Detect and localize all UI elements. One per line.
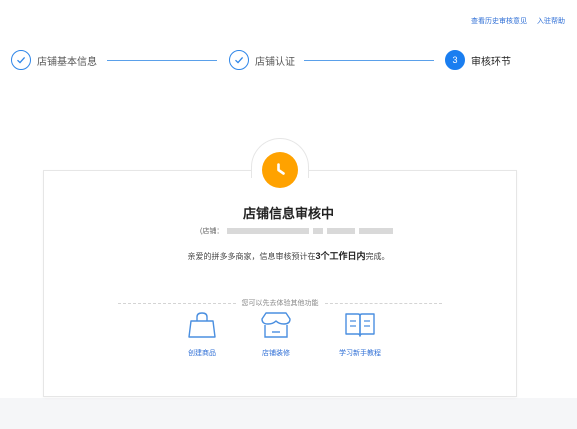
store-decoration-button[interactable]: 店铺装修 bbox=[236, 311, 316, 358]
step-label: 审核环节 bbox=[471, 56, 511, 68]
create-product-button[interactable]: 创建商品 bbox=[162, 311, 242, 358]
step-label: 店铺认证 bbox=[255, 56, 295, 68]
review-duration: 3个工作日内 bbox=[315, 251, 366, 261]
feature-hint-divider: 您可以先去体验其他功能 bbox=[118, 298, 442, 308]
step-basic-info: 店铺基本信息 bbox=[11, 50, 97, 70]
check-icon bbox=[229, 50, 249, 70]
book-icon bbox=[343, 311, 377, 344]
top-links: 查看历史审核意见 入驻帮助 bbox=[471, 16, 565, 26]
feature-hint: 您可以先去体验其他功能 bbox=[241, 300, 319, 307]
tutorial-button[interactable]: 学习新手教程 bbox=[320, 311, 400, 358]
history-review-link[interactable]: 查看历史审核意见 bbox=[471, 16, 527, 26]
review-description: 亲爱的拼多多商家，信息审核预计在3个工作日内完成。 bbox=[187, 251, 390, 261]
store-name-line: (店铺： bbox=[200, 226, 394, 236]
step-review: 3 审核环节 bbox=[445, 50, 511, 70]
feature-label: 学习新手教程 bbox=[339, 350, 381, 357]
check-icon bbox=[11, 50, 31, 70]
step-connector bbox=[107, 60, 217, 61]
progress-steps: 店铺基本信息 店铺认证 3 审核环节 bbox=[11, 50, 571, 72]
step-label: 店铺基本信息 bbox=[37, 56, 97, 68]
feature-label: 店铺装修 bbox=[262, 350, 290, 357]
redacted-store-name bbox=[227, 228, 310, 234]
review-status-title: 店铺信息审核中 bbox=[242, 206, 334, 221]
step-connector bbox=[304, 60, 434, 61]
help-link[interactable]: 入驻帮助 bbox=[537, 16, 565, 26]
storefront-icon bbox=[259, 311, 293, 344]
page-footer-band bbox=[0, 398, 577, 429]
shopping-bag-icon bbox=[186, 311, 218, 344]
store-prefix: (店铺： bbox=[200, 228, 224, 235]
step-certification: 店铺认证 bbox=[229, 50, 295, 70]
clock-icon bbox=[262, 152, 298, 188]
step-number-badge: 3 bbox=[445, 50, 465, 70]
feature-label: 创建商品 bbox=[188, 350, 216, 357]
